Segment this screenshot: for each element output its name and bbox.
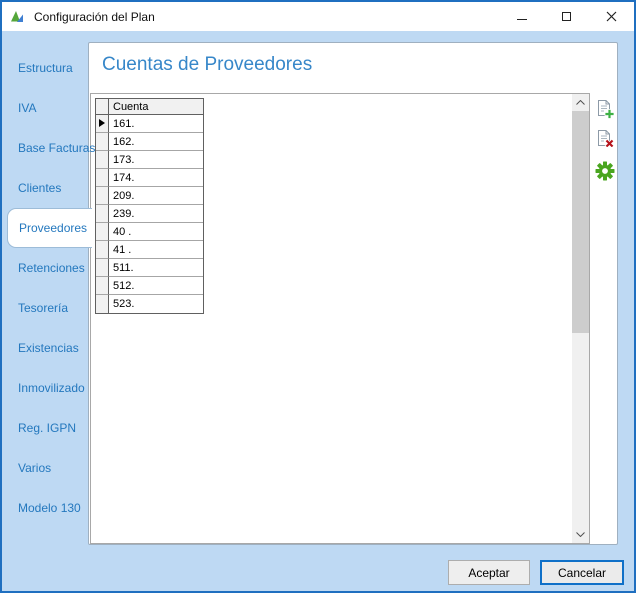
app-logo-icon bbox=[11, 10, 23, 22]
sidebar-tab[interactable]: Estructura bbox=[2, 48, 90, 88]
table-row[interactable]: 173. bbox=[96, 151, 203, 169]
sidebar-tab[interactable]: Existencias bbox=[2, 328, 90, 368]
row-selector-cell[interactable] bbox=[96, 277, 109, 295]
sidebar-tab-label: Tesorería bbox=[18, 301, 69, 315]
table-row[interactable]: 174. bbox=[96, 169, 203, 187]
minimize-icon bbox=[516, 19, 527, 20]
grid-viewport: Cuenta 161. 162. 173. 174. 209. 239. 40 … bbox=[90, 93, 590, 544]
scroll-up-arrow-icon[interactable] bbox=[572, 94, 589, 111]
account-cell[interactable]: 41 . bbox=[109, 241, 203, 259]
sidebar-tab[interactable]: Inmovilizado bbox=[2, 368, 90, 408]
table-row[interactable]: 239. bbox=[96, 205, 203, 223]
sidebar-tabs: Estructura IVA Base Facturas Clientes Pr… bbox=[2, 48, 95, 528]
account-cell[interactable]: 173. bbox=[109, 151, 203, 169]
grid-toolbar bbox=[594, 99, 616, 181]
sidebar-tab-label: IVA bbox=[18, 101, 37, 115]
table-row[interactable]: 162. bbox=[96, 133, 203, 151]
page-title: Cuentas de Proveedores bbox=[102, 54, 313, 75]
account-cell[interactable]: 40 . bbox=[109, 223, 203, 241]
sidebar-tab-label: Proveedores bbox=[19, 221, 88, 235]
sidebar-tab[interactable]: IVA bbox=[2, 88, 90, 128]
window-title: Configuración del Plan bbox=[34, 9, 155, 24]
add-account-icon[interactable] bbox=[595, 99, 615, 119]
row-selector-cell[interactable] bbox=[96, 115, 109, 133]
sidebar-tab[interactable]: Reg. IGPN bbox=[2, 408, 90, 448]
dialog-window: Configuración del Plan Estructura IVA Ba… bbox=[0, 0, 636, 593]
account-cell[interactable]: 174. bbox=[109, 169, 203, 187]
maximize-icon bbox=[562, 12, 571, 21]
table-row[interactable]: 523. bbox=[96, 295, 203, 313]
account-cell[interactable]: 209. bbox=[109, 187, 203, 205]
sidebar-tab-label: Base Facturas bbox=[18, 141, 96, 155]
table-header-row: Cuenta bbox=[96, 99, 203, 115]
close-button[interactable] bbox=[589, 2, 634, 31]
accounts-table: Cuenta 161. 162. 173. 174. 209. 239. 40 … bbox=[95, 98, 204, 314]
sidebar-tab-label: Reg. IGPN bbox=[18, 421, 77, 435]
row-selector-cell[interactable] bbox=[96, 187, 109, 205]
sidebar-tab-label: Estructura bbox=[18, 61, 73, 75]
sidebar-tab[interactable]: Clientes bbox=[2, 168, 90, 208]
table-row[interactable]: 161. bbox=[96, 115, 203, 133]
sidebar-tab[interactable]: Proveedores bbox=[7, 208, 92, 248]
row-selector-cell[interactable] bbox=[96, 205, 109, 223]
main-panel: Cuentas de Proveedores Cuenta 161. 162. bbox=[88, 42, 618, 545]
row-selector-cell[interactable] bbox=[96, 133, 109, 151]
account-cell[interactable]: 162. bbox=[109, 133, 203, 151]
settings-gear-icon[interactable] bbox=[595, 161, 615, 181]
caption-buttons bbox=[499, 2, 634, 31]
row-selector-cell[interactable] bbox=[96, 259, 109, 277]
account-cell[interactable]: 512. bbox=[109, 277, 203, 295]
sidebar-tab-label: Clientes bbox=[18, 181, 62, 195]
table-row[interactable]: 209. bbox=[96, 187, 203, 205]
sidebar-tab-label: Varios bbox=[18, 461, 52, 475]
minimize-button[interactable] bbox=[499, 2, 544, 31]
table-row[interactable]: 41 . bbox=[96, 241, 203, 259]
row-selector-cell[interactable] bbox=[96, 295, 109, 313]
table-row[interactable]: 511. bbox=[96, 259, 203, 277]
cancel-button[interactable]: Cancelar bbox=[540, 560, 624, 585]
sidebar-tab-label: Retenciones bbox=[18, 261, 85, 275]
sidebar-tab[interactable]: Retenciones bbox=[2, 248, 90, 288]
table-row[interactable]: 512. bbox=[96, 277, 203, 295]
accept-button[interactable]: Aceptar bbox=[448, 560, 530, 585]
sidebar-tab-label: Inmovilizado bbox=[18, 381, 85, 395]
row-selector-cell[interactable] bbox=[96, 151, 109, 169]
table-row[interactable]: 40 . bbox=[96, 223, 203, 241]
account-cell[interactable]: 239. bbox=[109, 205, 203, 223]
scroll-down-arrow-icon[interactable] bbox=[572, 526, 589, 543]
row-selector-cell[interactable] bbox=[96, 223, 109, 241]
account-cell[interactable]: 161. bbox=[109, 115, 203, 133]
sidebar-tab[interactable]: Base Facturas bbox=[2, 128, 95, 168]
vertical-scrollbar[interactable] bbox=[572, 94, 589, 543]
delete-account-icon[interactable] bbox=[595, 129, 615, 149]
sidebar-tab[interactable]: Varios bbox=[2, 448, 90, 488]
row-selector-cell[interactable] bbox=[96, 169, 109, 187]
account-cell[interactable]: 511. bbox=[109, 259, 203, 277]
sidebar-tab-label: Modelo 130 bbox=[18, 501, 81, 515]
close-icon bbox=[606, 11, 617, 22]
scrollbar-thumb[interactable] bbox=[572, 111, 589, 333]
sidebar-tab[interactable]: Modelo 130 bbox=[2, 488, 90, 528]
maximize-button[interactable] bbox=[544, 2, 589, 31]
sidebar-tab-label: Existencias bbox=[18, 341, 79, 355]
row-selector-cell[interactable] bbox=[96, 241, 109, 259]
sidebar-tab[interactable]: Tesorería bbox=[2, 288, 90, 328]
row-selector-header bbox=[96, 99, 109, 115]
account-cell[interactable]: 523. bbox=[109, 295, 203, 313]
title-bar: Configuración del Plan bbox=[2, 2, 634, 31]
column-header-cuenta[interactable]: Cuenta bbox=[109, 99, 203, 115]
